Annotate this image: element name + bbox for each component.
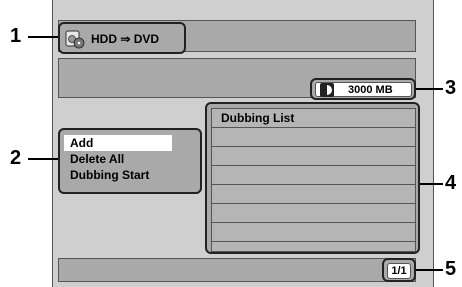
capacity-indicator: 3000 MB [310,78,416,100]
callout-2-line [28,158,58,160]
dubbing-list-panel: Dubbing List [205,102,420,254]
callout-5-line [416,269,443,271]
callout-4-line [420,183,443,185]
menu-item-delete-all[interactable]: Delete All [64,151,172,167]
hdd-to-dvd-icon [65,29,85,49]
dubbing-list: Dubbing List [211,108,416,252]
menu-item-add[interactable]: Add [64,135,172,151]
list-item[interactable] [212,204,415,223]
callout-5: 5 [445,258,457,280]
page-title: HDD ⇒ DVD [91,32,160,46]
dubbing-menu: Add Delete All Dubbing Start [58,128,202,194]
disc-half-icon [320,83,334,97]
dubbing-list-header: Dubbing List [212,109,415,128]
callout-4: 4 [445,172,457,194]
capacity-value: 3000 MB [348,84,393,96]
list-item[interactable] [212,223,415,242]
list-item[interactable] [212,128,415,147]
page-number: 1/1 [387,263,411,279]
callout-2: 2 [10,147,22,169]
bottom-bar [58,258,416,282]
list-item[interactable] [212,147,415,166]
callout-1-line [28,36,58,38]
callout-3-line [416,88,443,90]
callout-3: 3 [445,77,457,99]
list-item[interactable] [212,166,415,185]
list-item[interactable] [212,185,415,204]
page-indicator: 1/1 [382,258,416,282]
menu-item-dubbing-start[interactable]: Dubbing Start [64,167,184,183]
callout-1: 1 [10,25,22,47]
title-area: HDD ⇒ DVD [58,22,186,54]
